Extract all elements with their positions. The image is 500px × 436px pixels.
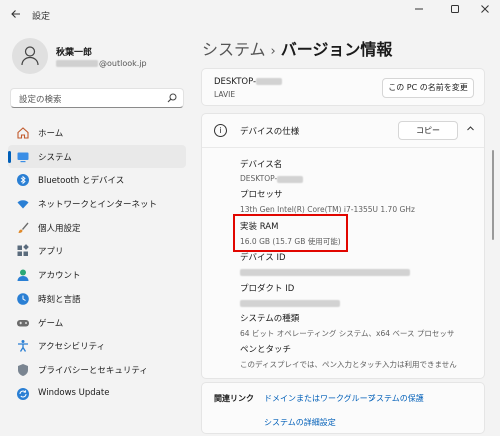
related-links-card: 関連リンク ドメインまたはワークグループ システムの保護 システムの詳細設定 — [201, 382, 485, 434]
update-icon — [16, 387, 30, 401]
spec-label-device-id: デバイス ID — [240, 253, 286, 263]
maximize-icon[interactable] — [444, 4, 466, 20]
chevron-up-icon[interactable] — [466, 124, 475, 136]
close-icon[interactable] — [474, 4, 496, 20]
spec-label-product-id: プロダクト ID — [240, 284, 295, 294]
sidebar-nav: ホーム システム Bluetooth とデバイス ネットワークとインターネット … — [8, 121, 186, 405]
search-icon — [167, 93, 177, 106]
apps-icon — [16, 244, 30, 258]
sidebar-item-windows-update[interactable]: Windows Update — [8, 382, 186, 406]
spec-label-pen-touch: ペンとタッチ — [240, 345, 292, 355]
spec-value-system-type: 64 ビット オペレーティング システム、x64 ベース プロセッサ — [240, 329, 455, 338]
redacted-text — [240, 268, 410, 276]
breadcrumb-current: バージョン情報 — [280, 40, 393, 59]
sidebar-item-personalization[interactable]: 個人用設定 — [8, 216, 186, 240]
accessibility-icon — [16, 339, 30, 353]
page-title: システム › バージョン情報 — [202, 36, 392, 60]
device-specs-header[interactable]: i デバイスの仕様 コピー — [202, 114, 484, 148]
spec-label-processor: プロセッサ — [240, 190, 283, 200]
sidebar-item-system[interactable]: システム — [8, 144, 186, 169]
system-icon — [16, 150, 30, 164]
breadcrumb-separator: › — [270, 44, 276, 59]
link-system-protection[interactable]: システムの保護 — [368, 393, 424, 404]
info-icon: i — [214, 124, 227, 137]
spec-label-device-name: デバイス名 — [240, 160, 283, 170]
title-bar: 設定 — [0, 0, 500, 30]
user-name: 秋葉一郎 — [56, 48, 93, 58]
spec-label-system-type: システムの種類 — [240, 314, 300, 324]
account-icon — [16, 268, 30, 282]
home-icon — [16, 126, 30, 140]
redacted-text — [240, 299, 340, 307]
search-placeholder: 設定の検索 — [19, 95, 62, 105]
spec-value-processor: 13th Gen Intel(R) Core(TM) i7-1355U 1.70… — [240, 205, 415, 214]
minimize-icon[interactable] — [408, 4, 430, 20]
scrollbar[interactable] — [492, 150, 494, 240]
spec-value-device-id — [240, 267, 410, 276]
wifi-icon — [16, 197, 30, 211]
device-model: LAVIE — [214, 90, 236, 99]
spec-value-pen-touch: このディスプレイでは、ペン入力とタッチ入力は利用できません — [240, 360, 457, 369]
link-domain-workgroup[interactable]: ドメインまたはワークグループ — [264, 393, 375, 404]
sidebar-item-gaming[interactable]: ゲーム — [8, 311, 186, 335]
spec-value-device-name: DESKTOP- — [240, 174, 304, 183]
bluetooth-icon — [16, 173, 30, 187]
redacted-text — [277, 175, 304, 183]
search-input[interactable]: 設定の検索 — [10, 88, 184, 108]
back-arrow-icon[interactable] — [10, 8, 24, 22]
ram-highlight-box — [233, 214, 348, 252]
shield-icon — [16, 363, 30, 377]
spec-value-product-id — [240, 298, 340, 307]
sidebar-item-network[interactable]: ネットワークとインターネット — [8, 192, 186, 216]
device-specs-title: デバイスの仕様 — [240, 127, 300, 137]
link-advanced-system-settings[interactable]: システムの詳細設定 — [264, 417, 336, 428]
sidebar-item-accessibility[interactable]: アクセシビリティ — [8, 334, 186, 358]
sidebar-item-bluetooth[interactable]: Bluetooth とデバイス — [8, 168, 186, 192]
redacted-text — [56, 60, 98, 67]
related-links-label: 関連リンク — [214, 394, 254, 403]
user-icon — [21, 46, 39, 66]
rename-pc-button[interactable]: この PC の名前を変更 — [382, 78, 474, 98]
sidebar-item-home[interactable]: ホーム — [8, 121, 186, 145]
sidebar-item-time-language[interactable]: 時刻と言語 — [8, 287, 186, 311]
clock-globe-icon — [16, 292, 30, 306]
avatar[interactable] — [12, 38, 48, 74]
copy-button[interactable]: コピー — [398, 121, 458, 140]
redacted-text — [256, 78, 283, 85]
sidebar-item-apps[interactable]: アプリ — [8, 239, 186, 263]
device-name: DESKTOP- — [214, 77, 283, 87]
user-email: @outlook.jp — [56, 59, 147, 68]
app-title: 設定 — [32, 12, 51, 22]
breadcrumb-parent[interactable]: システム — [202, 40, 266, 59]
sidebar-item-privacy[interactable]: プライバシーとセキュリティ — [8, 358, 186, 382]
gamepad-icon — [16, 316, 30, 330]
device-card: DESKTOP- LAVIE この PC の名前を変更 — [201, 68, 485, 106]
sidebar-item-accounts[interactable]: アカウント — [8, 263, 186, 287]
brush-icon — [16, 221, 30, 235]
